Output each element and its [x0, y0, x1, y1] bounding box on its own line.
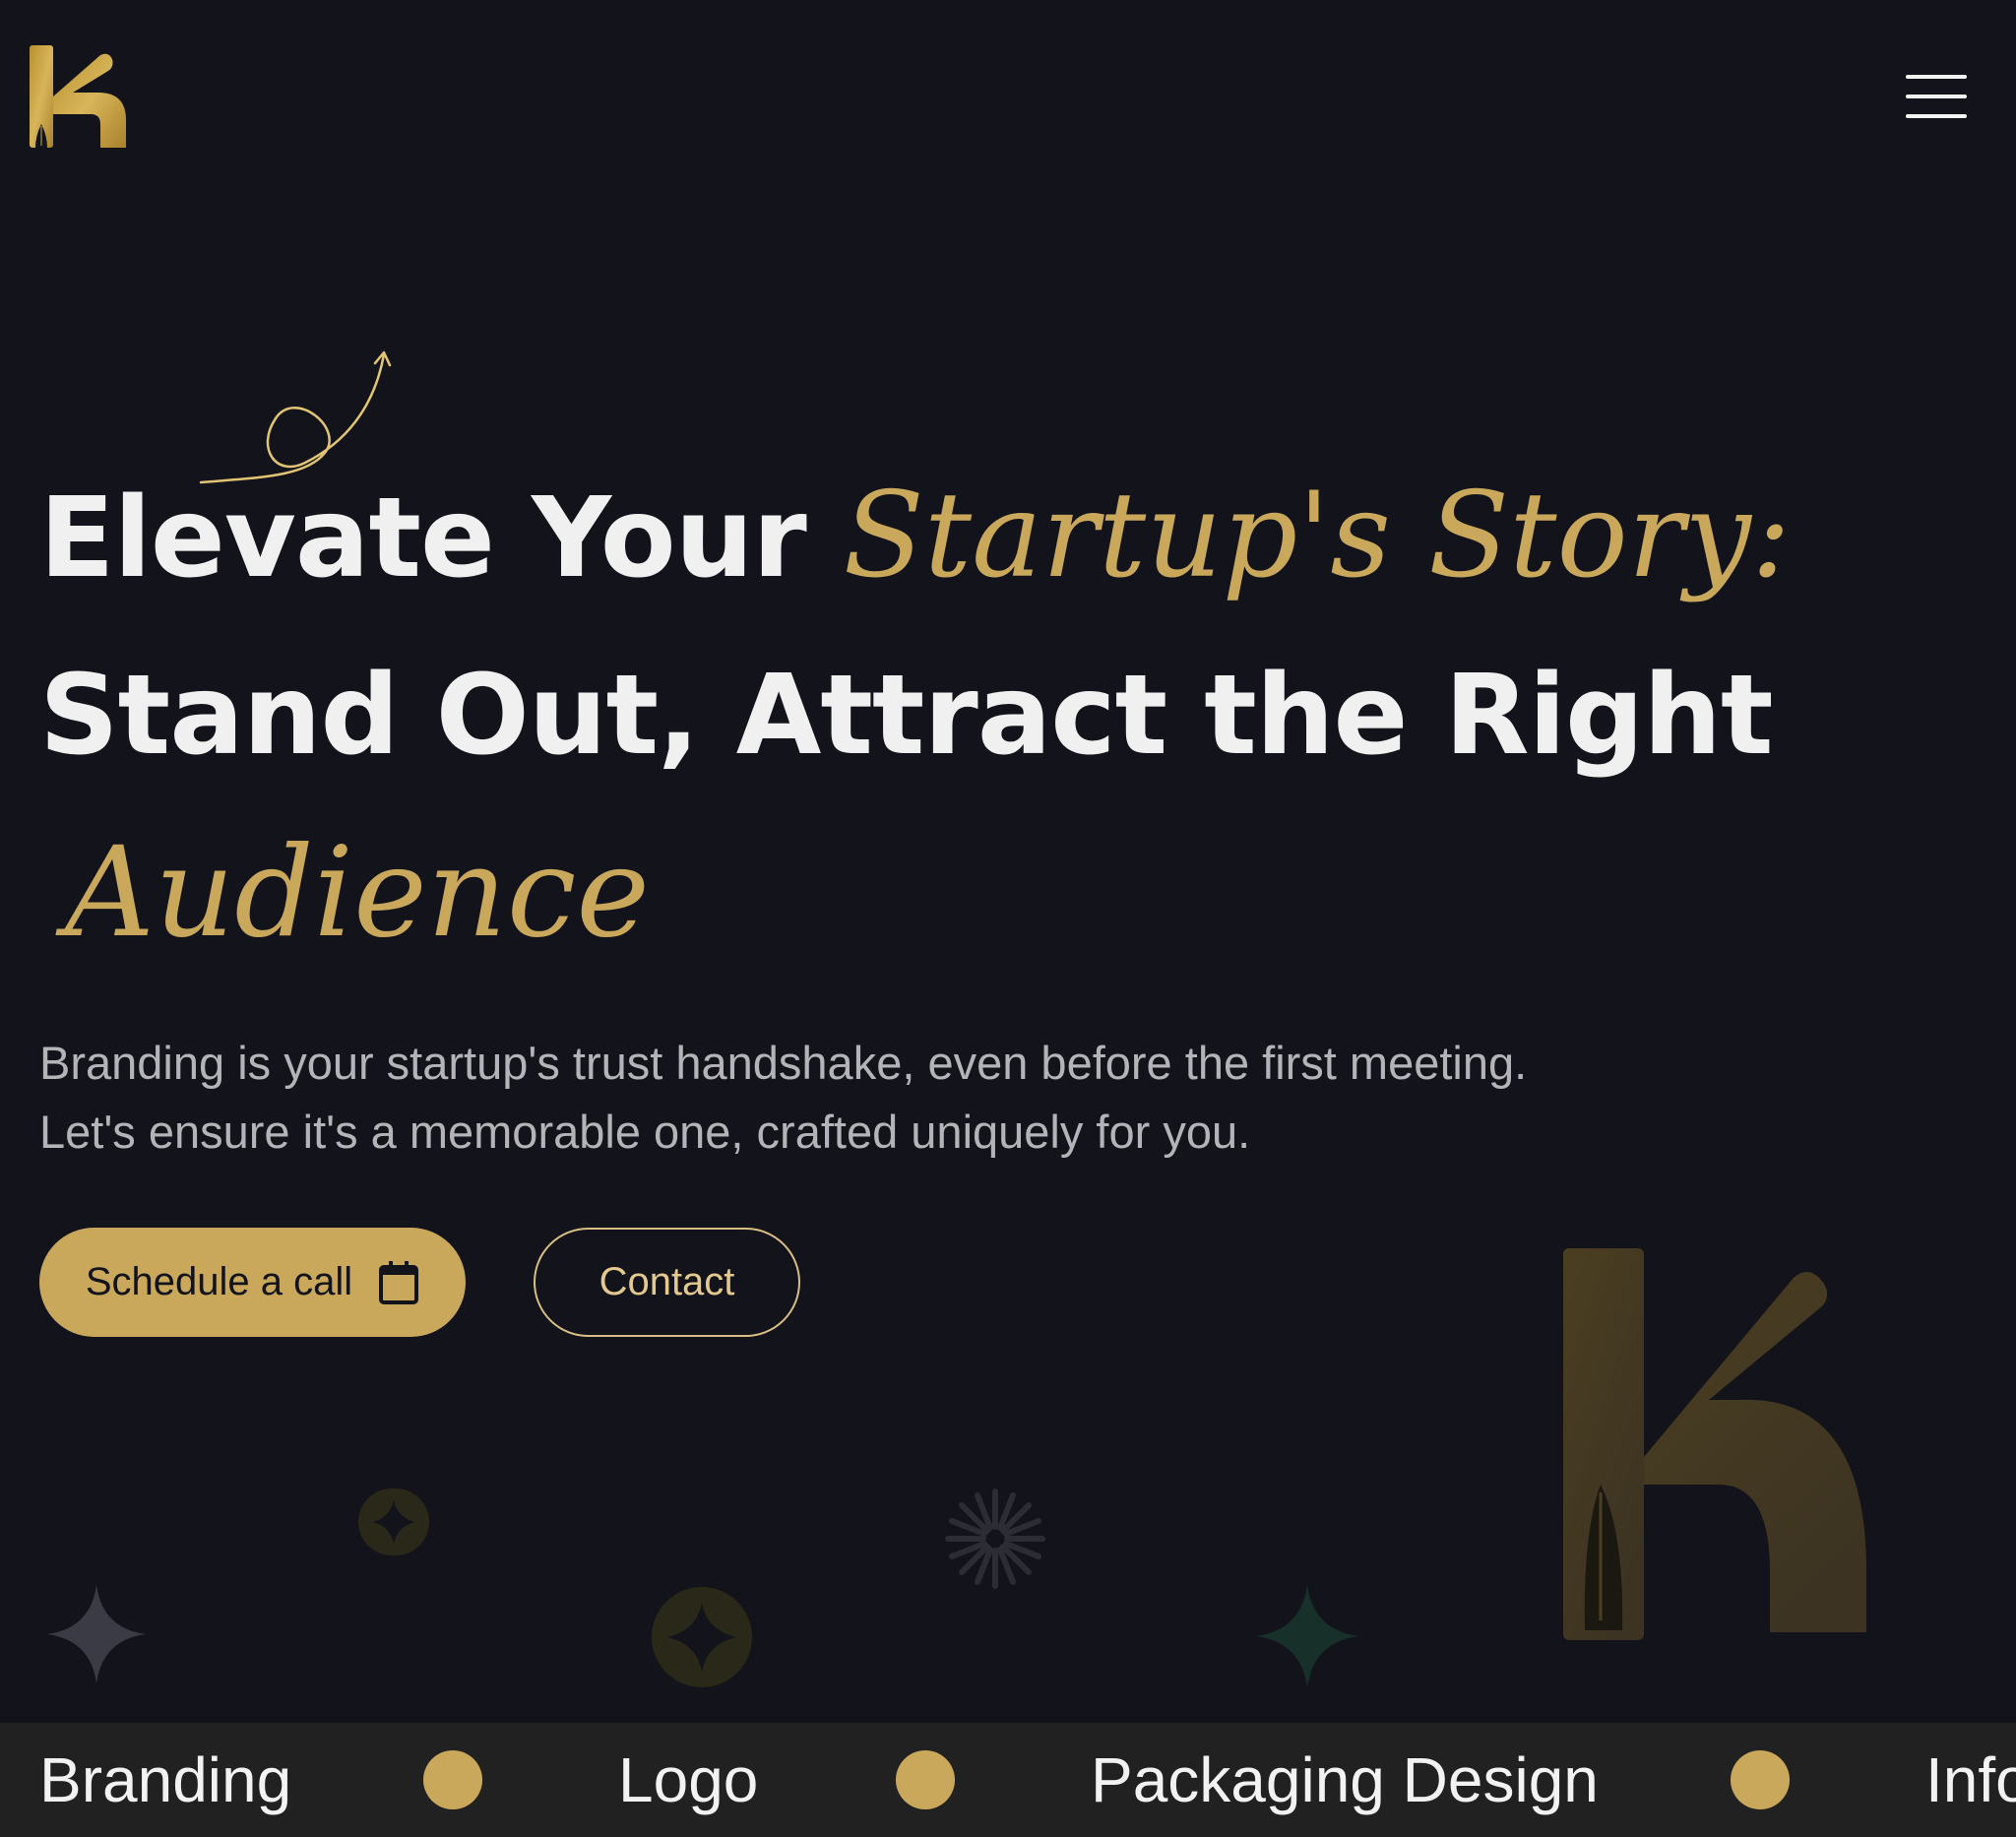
- calendar-icon: [379, 1260, 419, 1304]
- hero-title-line-1: Elevate Your Startup's Story:: [39, 448, 1910, 627]
- services-marquee: Branding Logo Packaging Design Info: [0, 1723, 2016, 1837]
- sparkle-star-icon: [1256, 1585, 1358, 1687]
- marquee-item-packaging-design: Packaging Design: [1091, 1744, 1599, 1815]
- brand-logo[interactable]: [30, 41, 132, 152]
- k-pen-watermark-icon: [1563, 1248, 1866, 1640]
- marquee-item-logo: Logo: [618, 1744, 759, 1815]
- star-badge-icon: [358, 1489, 429, 1555]
- hero-title-line-2: Stand Out, Attract the Right: [39, 652, 1774, 780]
- marquee-track: Branding Logo Packaging Design Info: [0, 1723, 2016, 1837]
- sparkle-star-icon: [47, 1585, 146, 1683]
- k-pen-logo-icon: [30, 45, 126, 148]
- star-badge-icon: [652, 1587, 752, 1687]
- marquee-item-branding: Branding: [39, 1744, 292, 1815]
- marquee-dot-icon: [1731, 1750, 1790, 1809]
- marquee-dot-icon: [896, 1750, 955, 1809]
- hero-title-part-1: Elevate Your: [39, 475, 807, 602]
- hero-subtitle: Branding is your startup's trust handsha…: [39, 1037, 1528, 1158]
- schedule-call-label: Schedule a call: [85, 1260, 353, 1303]
- schedule-call-button[interactable]: Schedule a call: [39, 1228, 466, 1337]
- marquee-item-info: Info: [1925, 1744, 2016, 1815]
- hero-title-line-3: Audience: [39, 804, 1910, 986]
- hero-title-script-1: Startup's Story:: [843, 468, 1792, 604]
- marquee-dot-icon: [423, 1750, 482, 1809]
- contact-button[interactable]: Contact: [534, 1228, 800, 1337]
- hero-title-script-2: Audience: [65, 820, 650, 965]
- menu-bar: [1906, 75, 1967, 79]
- hero-title: Elevate Your Startup's Story: Stand Out,…: [39, 448, 1910, 986]
- starburst-icon: [945, 1489, 1045, 1589]
- hamburger-menu-button[interactable]: [1900, 69, 1971, 124]
- menu-bar: [1906, 95, 1967, 98]
- menu-bar: [1906, 114, 1967, 118]
